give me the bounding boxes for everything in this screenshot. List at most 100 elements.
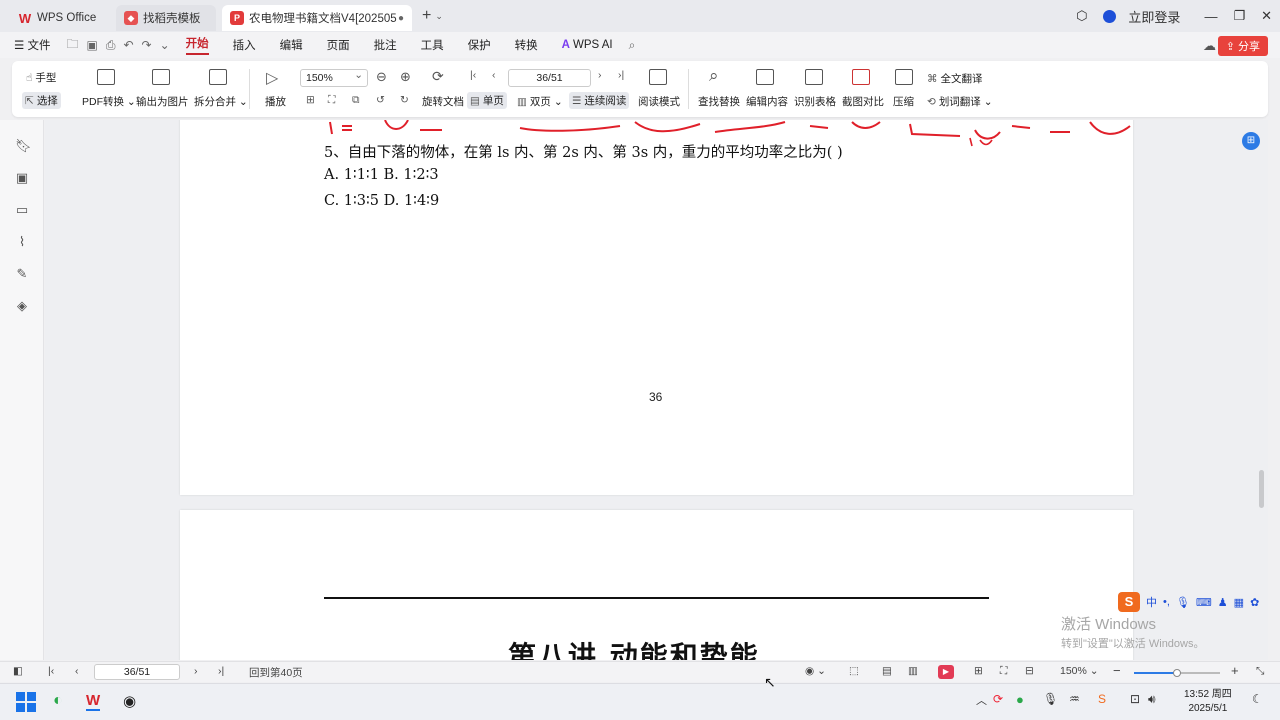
prev-page-icon[interactable]: ‹: [75, 665, 79, 677]
rotate-right-icon[interactable]: ↻: [400, 94, 409, 106]
goto-page-link[interactable]: 回到第40页: [249, 665, 303, 680]
tray-app-icon[interactable]: ⟳: [993, 692, 1003, 706]
recognize-table-button[interactable]: 识别表格: [794, 94, 836, 109]
rotate-left-icon[interactable]: ↺: [376, 94, 385, 106]
zoom-in-icon[interactable]: +: [1231, 663, 1239, 678]
print-icon[interactable]: ⎙: [106, 38, 116, 53]
cube-icon[interactable]: ⬡: [1076, 8, 1087, 24]
sogou-tray-icon[interactable]: S: [1098, 692, 1106, 706]
sidebar-toggle-icon[interactable]: ◧: [13, 665, 23, 677]
continuous-read-button[interactable]: ☰ 连续阅读: [569, 92, 630, 109]
menu-insert[interactable]: 插入: [233, 37, 256, 53]
obs-icon[interactable]: ◉: [123, 692, 136, 710]
document-viewport[interactable]: 5、自由下落的物体，在第 ls 内、第 2s 内、第 3s 内，重力的平均功率之…: [45, 120, 1268, 660]
menu-protect[interactable]: 保护: [468, 37, 491, 53]
more-icon[interactable]: ⌄: [160, 38, 170, 52]
mic-icon[interactable]: 🎙︎: [1043, 692, 1058, 706]
hand-tool-button[interactable]: ☝ 手型: [26, 70, 56, 85]
notification-icon[interactable]: ☾: [1252, 692, 1263, 706]
full-translate-button[interactable]: ⌘ 全文翻译: [927, 71, 983, 86]
rotate-page-icon[interactable]: ⟳: [432, 68, 444, 85]
wechat-icon[interactable]: ●: [1016, 692, 1024, 707]
next-page-icon[interactable]: ›: [194, 665, 198, 677]
tab-template[interactable]: ◆ 找稻壳模板: [116, 5, 216, 31]
edit-content-button[interactable]: 编辑内容: [746, 94, 788, 109]
zoom-knob[interactable]: [1173, 669, 1181, 677]
menu-wps-ai[interactable]: A WPS AI: [562, 39, 613, 51]
volume-icon[interactable]: 🔊︎: [1148, 692, 1156, 707]
windows-start-icon[interactable]: [16, 692, 36, 712]
last-page-icon[interactable]: ›|: [218, 665, 224, 677]
chevron-down-icon[interactable]: ⌄: [435, 11, 443, 22]
compress-button[interactable]: 压缩: [893, 94, 914, 109]
prev-page-icon[interactable]: ‹: [492, 69, 496, 81]
thumbnail-icon[interactable]: ▣: [15, 171, 29, 185]
login-button[interactable]: 立即登录: [1103, 7, 1188, 26]
save-icon[interactable]: ▣: [87, 38, 98, 52]
audio-icon[interactable]: ♒: [1069, 692, 1080, 706]
split-merge-button[interactable]: 拆分合并 ⌄: [194, 94, 248, 109]
zoom-select[interactable]: 150%: [300, 69, 368, 87]
signature-icon[interactable]: ✎: [15, 267, 29, 281]
first-page-icon[interactable]: |‹: [470, 69, 476, 81]
play-button[interactable]: 播放: [265, 94, 286, 109]
page-number-input[interactable]: 36/51: [508, 69, 591, 87]
tab-wps-office[interactable]: W WPS Office: [10, 5, 110, 31]
menu-file[interactable]: ☰ 文件: [14, 37, 51, 53]
new-tab-icon[interactable]: +: [422, 7, 431, 25]
single-page-view-icon[interactable]: ▤: [882, 665, 892, 677]
play-slideshow-icon[interactable]: ▶: [938, 665, 954, 679]
line-translate-button[interactable]: ⟲ 划词翻译 ⌄: [927, 94, 993, 109]
close-icon[interactable]: ✕: [1261, 8, 1272, 24]
menu-convert[interactable]: 转换: [515, 37, 538, 53]
menu-home[interactable]: 开始: [185, 35, 209, 55]
vertical-scrollbar[interactable]: [1259, 470, 1264, 508]
undo-icon[interactable]: ↶: [123, 38, 133, 52]
comment-icon[interactable]: ▭: [15, 203, 29, 217]
wps-taskbar-icon[interactable]: W: [86, 692, 101, 711]
menu-page[interactable]: 页面: [327, 37, 350, 53]
single-page-button[interactable]: ▤ 单页: [467, 92, 507, 109]
tab-document[interactable]: P 农电物理书籍文档V4[202505 ●: [222, 5, 412, 31]
status-page-input[interactable]: 36/51: [94, 664, 180, 680]
system-clock[interactable]: 13:52 周四 2025/5/1: [1184, 688, 1232, 716]
attachment-icon[interactable]: ⌇: [15, 235, 29, 249]
fit-icon[interactable]: ⬚: [849, 665, 859, 677]
screenshot-compare-button[interactable]: 截图对比: [842, 94, 884, 109]
menu-annotate[interactable]: 批注: [374, 37, 397, 53]
floating-tool-icon[interactable]: ⊞: [1242, 132, 1260, 150]
zoom-in-icon[interactable]: ⊕: [400, 69, 411, 85]
zoom-out-icon[interactable]: −: [1113, 663, 1121, 678]
first-page-icon[interactable]: |‹: [48, 665, 54, 677]
tray-expand-icon[interactable]: ︿: [976, 692, 987, 708]
minimize-icon[interactable]: —: [1204, 9, 1217, 24]
eye-protection-icon[interactable]: ◉ ⌄: [805, 665, 826, 677]
find-replace-button[interactable]: 查找替换: [698, 94, 740, 109]
fit-width-icon[interactable]: ⊞: [974, 665, 983, 677]
actual-size-icon[interactable]: ⧉: [352, 94, 360, 107]
pdf-convert-button[interactable]: PDF转换 ⌄: [82, 94, 136, 109]
menu-tools[interactable]: 工具: [421, 37, 444, 53]
screen-icon[interactable]: ⊟: [1025, 665, 1034, 677]
close-tab-icon[interactable]: ●: [398, 13, 404, 24]
double-page-button[interactable]: ▥ 双页 ⌄: [517, 94, 563, 109]
read-mode-button[interactable]: 阅读模式: [638, 94, 680, 109]
menu-edit[interactable]: 编辑: [280, 37, 303, 53]
search-icon[interactable]: ⌕: [629, 38, 636, 53]
bookmark-icon[interactable]: 🔖︎: [15, 139, 32, 153]
network-icon[interactable]: ⊡: [1130, 692, 1140, 706]
fit-width-icon[interactable]: ⊞: [306, 94, 315, 106]
select-tool-button[interactable]: ⇱ 选择: [22, 92, 61, 109]
open-folder-icon[interactable]: 🗀: [67, 35, 79, 56]
zoom-out-icon[interactable]: ⊖: [376, 69, 387, 85]
status-zoom-select[interactable]: 150% ⌄: [1060, 665, 1099, 677]
expand-icon[interactable]: ⤡: [1256, 665, 1264, 678]
export-image-button[interactable]: 输出为图片: [136, 94, 189, 109]
redo-icon[interactable]: ↷: [142, 38, 152, 52]
rotate-document-button[interactable]: 旋转文档: [422, 94, 464, 109]
next-page-icon[interactable]: ›: [598, 69, 602, 81]
restore-icon[interactable]: ❐: [1233, 8, 1245, 24]
fullscreen-icon[interactable]: ⛶: [1000, 665, 1007, 678]
zoom-slider[interactable]: [1134, 669, 1220, 677]
layers-icon[interactable]: ◈: [15, 299, 29, 313]
